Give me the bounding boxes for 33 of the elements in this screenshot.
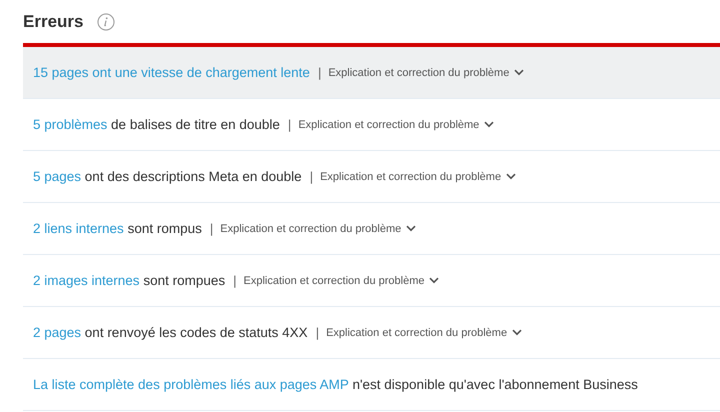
issue-link[interactable]: 2 images internes [33, 273, 140, 288]
issue-link[interactable]: La liste complète des problèmes liés aux pages AMP [33, 377, 349, 392]
chevron-down-icon [514, 69, 524, 76]
separator-text: | [316, 325, 320, 340]
chevron-down-icon [506, 173, 516, 180]
chevron-down-icon [512, 329, 522, 336]
separator-text: | [210, 221, 214, 236]
separator-text: | [233, 273, 236, 288]
chevron-down-icon [406, 225, 416, 232]
chevron-down-icon [429, 277, 440, 284]
section-title: Erreurs [23, 12, 84, 32]
explanation-toggle[interactable]: Explication et correction du problème [298, 118, 494, 130]
issue-text: La liste complète des problèmes liés aux pages AMP n'est disponible qu'avec l'abonnement Business [33, 377, 638, 392]
issue-link[interactable]: 5 pages [33, 169, 82, 184]
separator-text: | [318, 65, 322, 80]
separator-text: | [310, 169, 314, 184]
explanation-toggle[interactable]: Explication et correction du problème [320, 170, 516, 182]
chevron-down-icon [484, 121, 494, 128]
explanation-toggle[interactable]: Explication et correction du problème [244, 274, 440, 286]
issue-text: 5 problèmes de balises de titre en double [33, 117, 280, 132]
explanation-toggle[interactable]: Explication et correction du problème [326, 326, 522, 338]
issue-text: 2 pages ont renvoyé les codes de statuts 4XX [33, 325, 308, 340]
explanation-toggle[interactable]: Explication et correction du problème [220, 222, 416, 234]
issue-link[interactable]: 5 problèmes [33, 117, 108, 132]
explanation-toggle[interactable]: Explication et correction du problème [328, 66, 524, 78]
issue-text: 5 pages ont des descriptions Meta en double [33, 169, 302, 184]
issue-link[interactable]: 15 pages ont une vitesse de chargement lente [33, 65, 310, 80]
info-icon[interactable] [97, 12, 116, 30]
issue-link[interactable]: 2 liens internes [33, 221, 124, 236]
issue-text: 2 liens internes sont rompus [33, 221, 202, 236]
separator-text: | [288, 117, 292, 132]
issue-link[interactable]: 2 pages [33, 325, 82, 340]
issue-text: 2 images internes sont rompues [33, 273, 226, 288]
